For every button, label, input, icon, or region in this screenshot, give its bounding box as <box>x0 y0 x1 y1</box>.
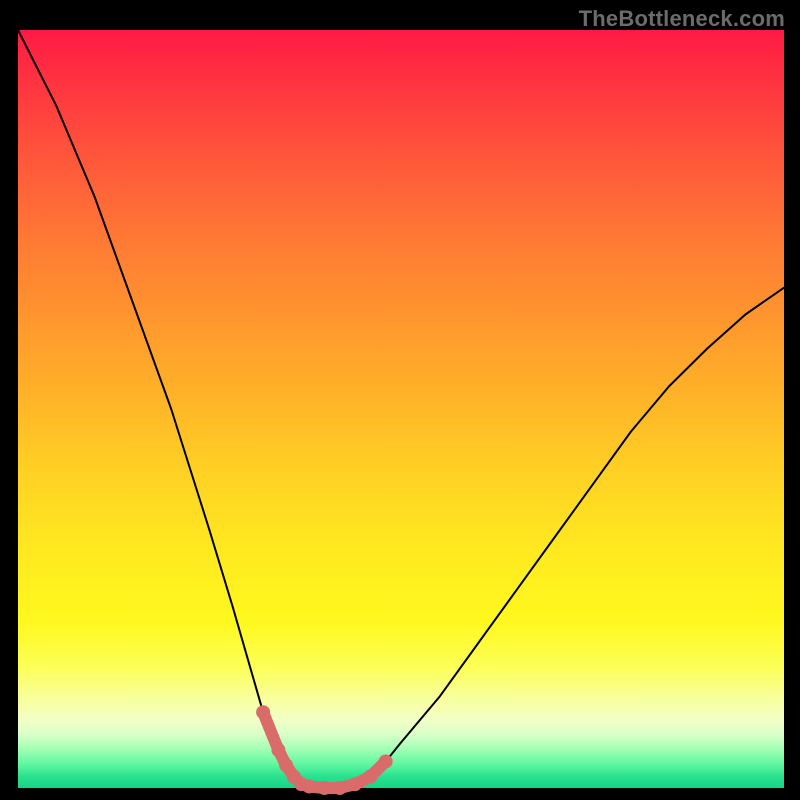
valley-dot <box>333 781 347 795</box>
bottleneck-curve <box>18 30 784 788</box>
curve-layer <box>0 0 800 800</box>
valley-dot <box>271 743 285 757</box>
valley-dot <box>279 758 293 772</box>
valley-dot <box>348 777 362 791</box>
valley-dot <box>363 770 377 784</box>
valley-dot <box>256 705 270 719</box>
valley-dot <box>317 781 331 795</box>
chart-stage: TheBottleneck.com <box>0 0 800 800</box>
valley-dot <box>302 779 316 793</box>
watermark-source: TheBottleneck.com <box>579 6 785 32</box>
valley-dot <box>379 754 393 768</box>
valley-dots <box>256 705 393 795</box>
